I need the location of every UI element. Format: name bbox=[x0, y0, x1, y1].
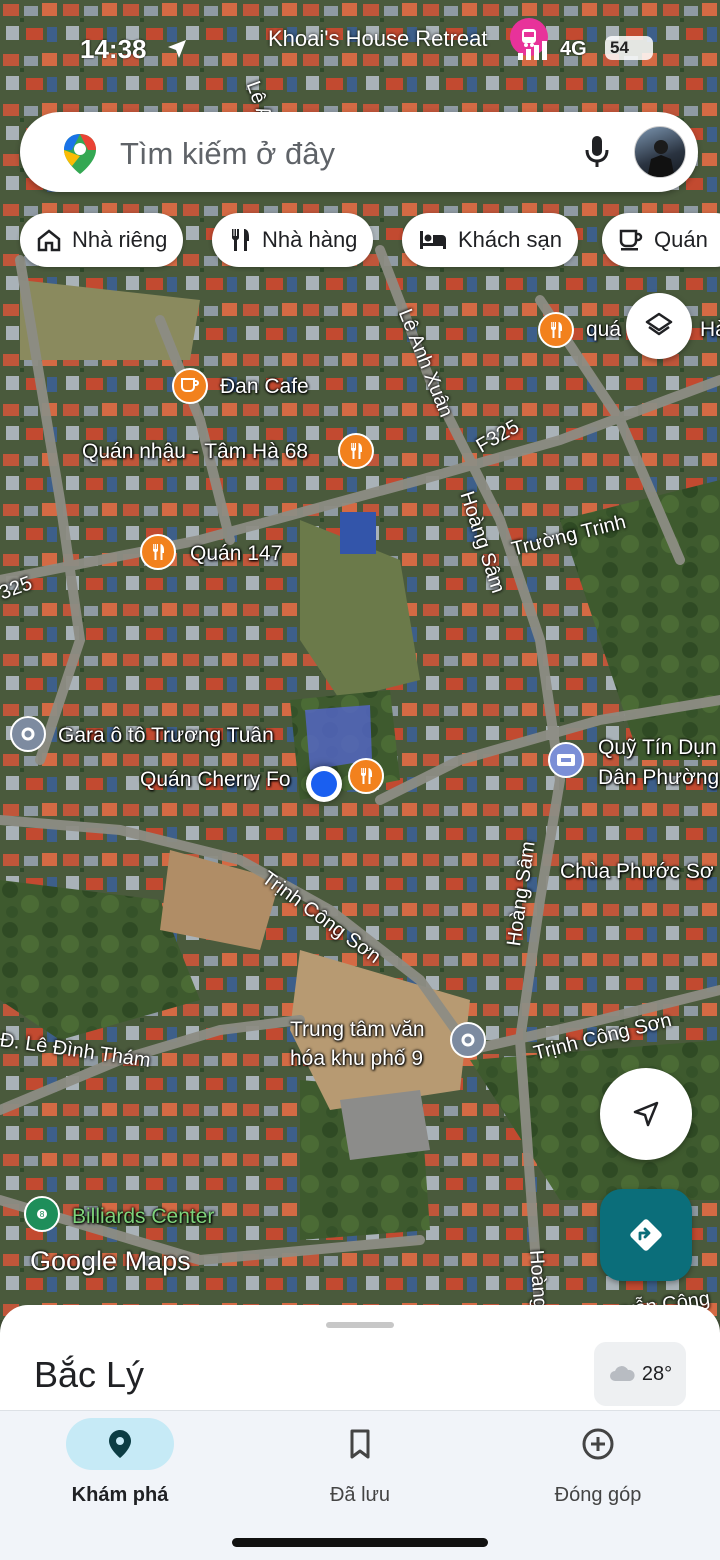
cloud-icon bbox=[609, 1366, 635, 1381]
place-label-quy-tin-dung-2[interactable]: Dân Phường bbox=[598, 767, 719, 788]
chip-cafes[interactable]: Quán bbox=[602, 213, 720, 267]
coffee-cup-icon bbox=[619, 229, 643, 251]
navigation-arrow-icon bbox=[633, 1101, 659, 1127]
add-circle-icon bbox=[582, 1428, 614, 1460]
microphone-icon[interactable] bbox=[582, 132, 612, 172]
place-label-trung-tam-1[interactable]: Trung tâm văn bbox=[290, 1019, 425, 1040]
nav-saved-label: Đã lưu bbox=[329, 1484, 391, 1506]
google-maps-logo: Google Maps bbox=[30, 1246, 191, 1276]
battery-indicator: 54 bbox=[605, 36, 653, 60]
fork-knife-icon bbox=[360, 768, 372, 784]
chip-hotels-label: Khách sạn bbox=[458, 227, 562, 252]
place-label-quy-tin-dung-1[interactable]: Quỹ Tín Dụn bbox=[598, 737, 717, 758]
chip-home[interactable]: Nhà riêng bbox=[20, 213, 184, 267]
place-label-cherry[interactable]: Quán Cherry Fo bbox=[140, 769, 291, 790]
chip-hotels[interactable]: Khách sạn bbox=[402, 213, 578, 267]
place-marker-gara[interactable] bbox=[10, 716, 46, 752]
restaurant-marker-quan-nhau[interactable] bbox=[338, 433, 374, 469]
my-location-button[interactable] bbox=[600, 1068, 692, 1160]
cafe-marker-dan-cafe[interactable] bbox=[172, 368, 208, 404]
fork-knife-icon bbox=[152, 544, 164, 560]
billiards-icon: 8 bbox=[37, 1209, 47, 1219]
place-label-ha[interactable]: Hà bbox=[700, 319, 720, 340]
sheet-drag-handle[interactable] bbox=[326, 1322, 394, 1328]
svg-text:8: 8 bbox=[39, 1210, 44, 1219]
coffee-cup-icon bbox=[181, 378, 199, 392]
home-icon bbox=[37, 229, 61, 252]
bank-card-icon bbox=[557, 754, 575, 766]
restaurant-marker-qua[interactable] bbox=[538, 312, 574, 348]
bed-icon bbox=[420, 231, 446, 249]
location-arrow-icon bbox=[168, 40, 186, 58]
status-app-title: Khoai's House Retreat bbox=[268, 26, 488, 51]
place-label-qua[interactable]: quá bbox=[586, 319, 621, 340]
layers-icon bbox=[645, 312, 673, 336]
place-label-quan-nhau[interactable]: Quán nhậu - Tâm Hà 68 bbox=[82, 441, 308, 462]
dot-icon bbox=[21, 727, 35, 741]
place-name: Bắc Lý bbox=[34, 1354, 145, 1395]
weather-badge[interactable]: 28° bbox=[594, 1342, 686, 1406]
place-label-dan-cafe[interactable]: Đan Cafe bbox=[220, 376, 309, 397]
search-input[interactable]: Tìm kiếm ở đây bbox=[120, 136, 335, 172]
street-hoang: Hoàng bbox=[525, 1249, 552, 1310]
chip-home-label: Nhà riêng bbox=[72, 227, 168, 252]
nav-explore-label: Khám phá bbox=[71, 1484, 169, 1506]
restaurant-marker-quan-147[interactable] bbox=[140, 534, 176, 570]
location-pin-icon bbox=[109, 1430, 131, 1458]
status-time: 14:38 bbox=[80, 34, 147, 64]
place-marker-trung-tam[interactable] bbox=[450, 1022, 486, 1058]
place-label-chua[interactable]: Chùa Phước Sơ bbox=[560, 861, 714, 882]
chip-restaurants[interactable]: Nhà hàng bbox=[212, 213, 374, 267]
signal-icon bbox=[518, 41, 547, 60]
chip-restaurants-label: Nhà hàng bbox=[262, 227, 358, 252]
place-label-billiards[interactable]: Billiards Center bbox=[72, 1206, 214, 1227]
place-marker-billiards[interactable]: 8 bbox=[24, 1196, 60, 1232]
place-label-trung-tam-2[interactable]: hóa khu phố 9 bbox=[290, 1048, 423, 1069]
nav-contribute-label: Đóng góp bbox=[554, 1484, 642, 1506]
nav-explore[interactable]: Khám phá bbox=[20, 1418, 220, 1507]
place-label-gara[interactable]: Gara ô tô Trương Tuân bbox=[58, 725, 274, 746]
bookmark-icon bbox=[350, 1429, 370, 1459]
nav-contribute[interactable]: Đóng góp bbox=[498, 1418, 698, 1507]
layers-button[interactable] bbox=[626, 293, 692, 359]
directions-icon bbox=[630, 1219, 662, 1251]
restaurant-marker-cherry[interactable] bbox=[348, 758, 384, 794]
network-type: 4G bbox=[560, 38, 587, 60]
search-bar[interactable]: Tìm kiếm ở đây bbox=[20, 112, 698, 192]
fork-knife-icon bbox=[550, 322, 562, 338]
fork-knife-icon bbox=[350, 443, 362, 459]
directions-button[interactable] bbox=[600, 1189, 692, 1281]
nav-saved[interactable]: Đã lưu bbox=[260, 1418, 460, 1507]
place-label-quan-147[interactable]: Quán 147 bbox=[190, 543, 282, 564]
dot-icon bbox=[461, 1033, 475, 1047]
home-indicator[interactable] bbox=[232, 1538, 488, 1547]
bank-marker-quy-tin-dung[interactable] bbox=[548, 742, 584, 778]
temperature: 28° bbox=[641, 1362, 673, 1385]
current-location-dot bbox=[306, 766, 342, 802]
fork-knife-icon bbox=[231, 229, 249, 251]
google-maps-pin-icon bbox=[64, 134, 96, 174]
avatar[interactable] bbox=[634, 126, 686, 178]
chip-cafes-label: Quán bbox=[654, 227, 708, 252]
